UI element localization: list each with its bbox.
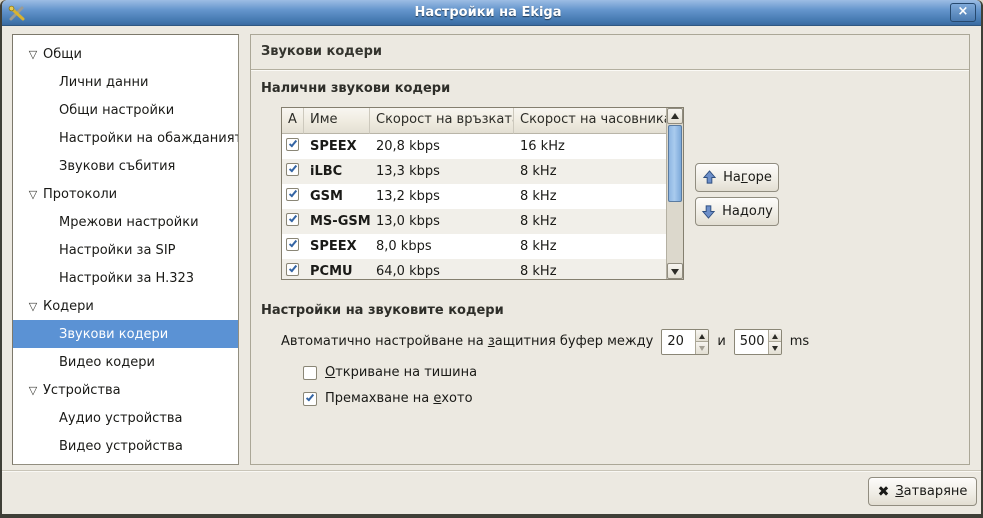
triangle-down-icon [671,269,679,275]
arrow-up-icon [702,170,717,185]
connector-label: и [717,334,725,349]
codec-enabled-checkbox[interactable] [286,213,299,226]
sidebar-item-video-devices[interactable]: Видео устройства [13,432,238,460]
codec-enabled-checkbox[interactable] [286,238,299,251]
spin-down-button[interactable] [769,342,781,354]
move-down-label: Надолу [722,204,773,219]
buffer-min-spinbutton[interactable]: 20 [661,329,709,355]
window-title: Настройки на Ekiga [26,5,950,20]
codecs-table[interactable]: А Име Скорост на връзката Скорост на час… [281,107,684,280]
available-codecs-section-title: Налични звукови кодери [261,81,450,96]
sidebar-item-h323-settings[interactable]: Настройки за H.323 [13,264,238,292]
triangle-up-icon [772,334,778,339]
window-close-button[interactable]: × [950,3,976,22]
check-icon [288,214,296,223]
sidebar-item-video-codecs[interactable]: Видео кодери [13,348,238,376]
spin-buttons [695,330,708,354]
sidebar-item-call-options[interactable]: Настройки на обажданията [13,124,238,152]
audio-codecs-panel: Звукови кодери Налични звукови кодери А … [250,34,970,465]
sidebar-item-network-settings[interactable]: Мрежови настройки [13,208,238,236]
tools-icon [8,4,26,22]
titlebar[interactable]: Настройки на Ekiga × [2,0,981,26]
buffer-max-spinbutton[interactable]: 500 [734,329,782,355]
column-header-clock-rate[interactable]: Скорост на часовника [514,108,666,134]
column-header-bandwidth[interactable]: Скорост на връзката [370,108,514,134]
sidebar-item-personal-data[interactable]: Лични данни [13,68,238,96]
table-row[interactable]: SPEEX 20,8 kbps 16 kHz [282,134,666,159]
table-row[interactable]: GSM 13,2 kbps 8 kHz [282,184,666,209]
sidebar-group-devices[interactable]: ▽ Устройства [13,376,238,404]
codecs-settings-section-title: Настройки на звуковите кодери [261,303,504,318]
close-button-label: Затваряне [895,484,967,499]
jitter-buffer-row: Автоматично настройване на защитния буфе… [281,328,809,355]
codec-enabled-checkbox[interactable] [286,138,299,151]
arrow-down-icon [701,204,716,219]
title-separator [251,69,969,71]
table-body: SPEEX 20,8 kbps 16 kHz iLBC 13,3 kbps 8 … [282,134,666,279]
echo-cancellation-row[interactable]: Премахване на ехото [303,391,473,406]
close-button[interactable]: ✖ Затваряне [868,477,977,506]
table-row[interactable]: MS-GSM 13,0 kbps 8 kHz [282,209,666,234]
sections-tree[interactable]: ▽ Общи Лични данни Общи настройки Настро… [12,34,239,465]
check-icon [288,264,296,273]
sidebar-group-general[interactable]: ▽ Общи [13,40,238,68]
move-up-label: Нагоре [723,170,772,185]
codec-enabled-checkbox[interactable] [286,188,299,201]
silence-detection-row[interactable]: Откриване на тишина [303,365,477,380]
sidebar-item-audio-devices[interactable]: Аудио устройства [13,404,238,432]
expander-icon[interactable]: ▽ [23,384,43,397]
sidebar-group-label: Общи [43,47,82,62]
buffer-min-value[interactable]: 20 [662,330,695,354]
move-up-button[interactable]: Нагоре [695,163,779,192]
preferences-window: Настройки на Ekiga × ▽ Общи Лични данни … [0,0,983,518]
codec-enabled-checkbox[interactable] [286,163,299,176]
table-row[interactable]: iLBC 13,3 kbps 8 kHz [282,159,666,184]
spin-up-button[interactable] [769,330,781,343]
table-header: А Име Скорост на връзката Скорост на час… [282,108,683,134]
spin-down-button[interactable] [696,342,708,354]
silence-detection-label: Откриване на тишина [325,365,477,380]
window-inner: Настройки на Ekiga × ▽ Общи Лични данни … [2,0,981,514]
move-down-button[interactable]: Надолу [695,197,779,226]
echo-cancellation-label: Премахване на ехото [325,391,473,406]
footer-separator [2,470,981,472]
spin-up-button[interactable] [696,330,708,343]
page-title: Звукови кодери [261,44,382,59]
sidebar-item-sip-settings[interactable]: Настройки за SIP [13,236,238,264]
triangle-up-icon [671,113,679,119]
check-icon [288,164,296,173]
column-header-name[interactable]: Име [304,108,370,134]
triangle-down-icon [699,346,705,351]
sidebar-group-protocols[interactable]: ▽ Протоколи [13,180,238,208]
triangle-down-icon [772,346,778,351]
scrollbar-thumb[interactable] [668,125,682,202]
column-header-active[interactable]: А [282,108,304,134]
table-scrollbar[interactable] [666,108,683,279]
sidebar-group-codecs[interactable]: ▽ Кодери [13,292,238,320]
check-icon [306,392,314,401]
silence-detection-checkbox[interactable] [303,366,317,380]
close-x-icon: ✖ [878,484,890,500]
echo-cancellation-checkbox[interactable] [303,392,317,406]
check-icon [288,189,296,198]
codec-enabled-checkbox[interactable] [286,263,299,276]
expander-icon[interactable]: ▽ [23,188,43,201]
check-icon [288,139,296,148]
table-row[interactable]: PCMU 64,0 kbps 8 kHz [282,259,666,279]
sidebar-item-audio-codecs[interactable]: Звукови кодери [13,320,238,348]
table-row[interactable]: SPEEX 8,0 kbps 8 kHz [282,234,666,259]
triangle-up-icon [699,334,705,339]
unit-label: ms [790,334,809,349]
sidebar-item-general-settings[interactable]: Общи настройки [13,96,238,124]
check-icon [288,239,296,248]
jitter-buffer-label: Автоматично настройване на защитния буфе… [281,334,653,349]
scroll-up-button[interactable] [667,108,683,124]
buffer-max-value[interactable]: 500 [735,330,768,354]
scroll-down-button[interactable] [667,263,683,279]
expander-icon[interactable]: ▽ [23,300,43,313]
expander-icon[interactable]: ▽ [23,48,43,61]
spin-buttons [768,330,781,354]
sidebar-item-sound-events[interactable]: Звукови събития [13,152,238,180]
